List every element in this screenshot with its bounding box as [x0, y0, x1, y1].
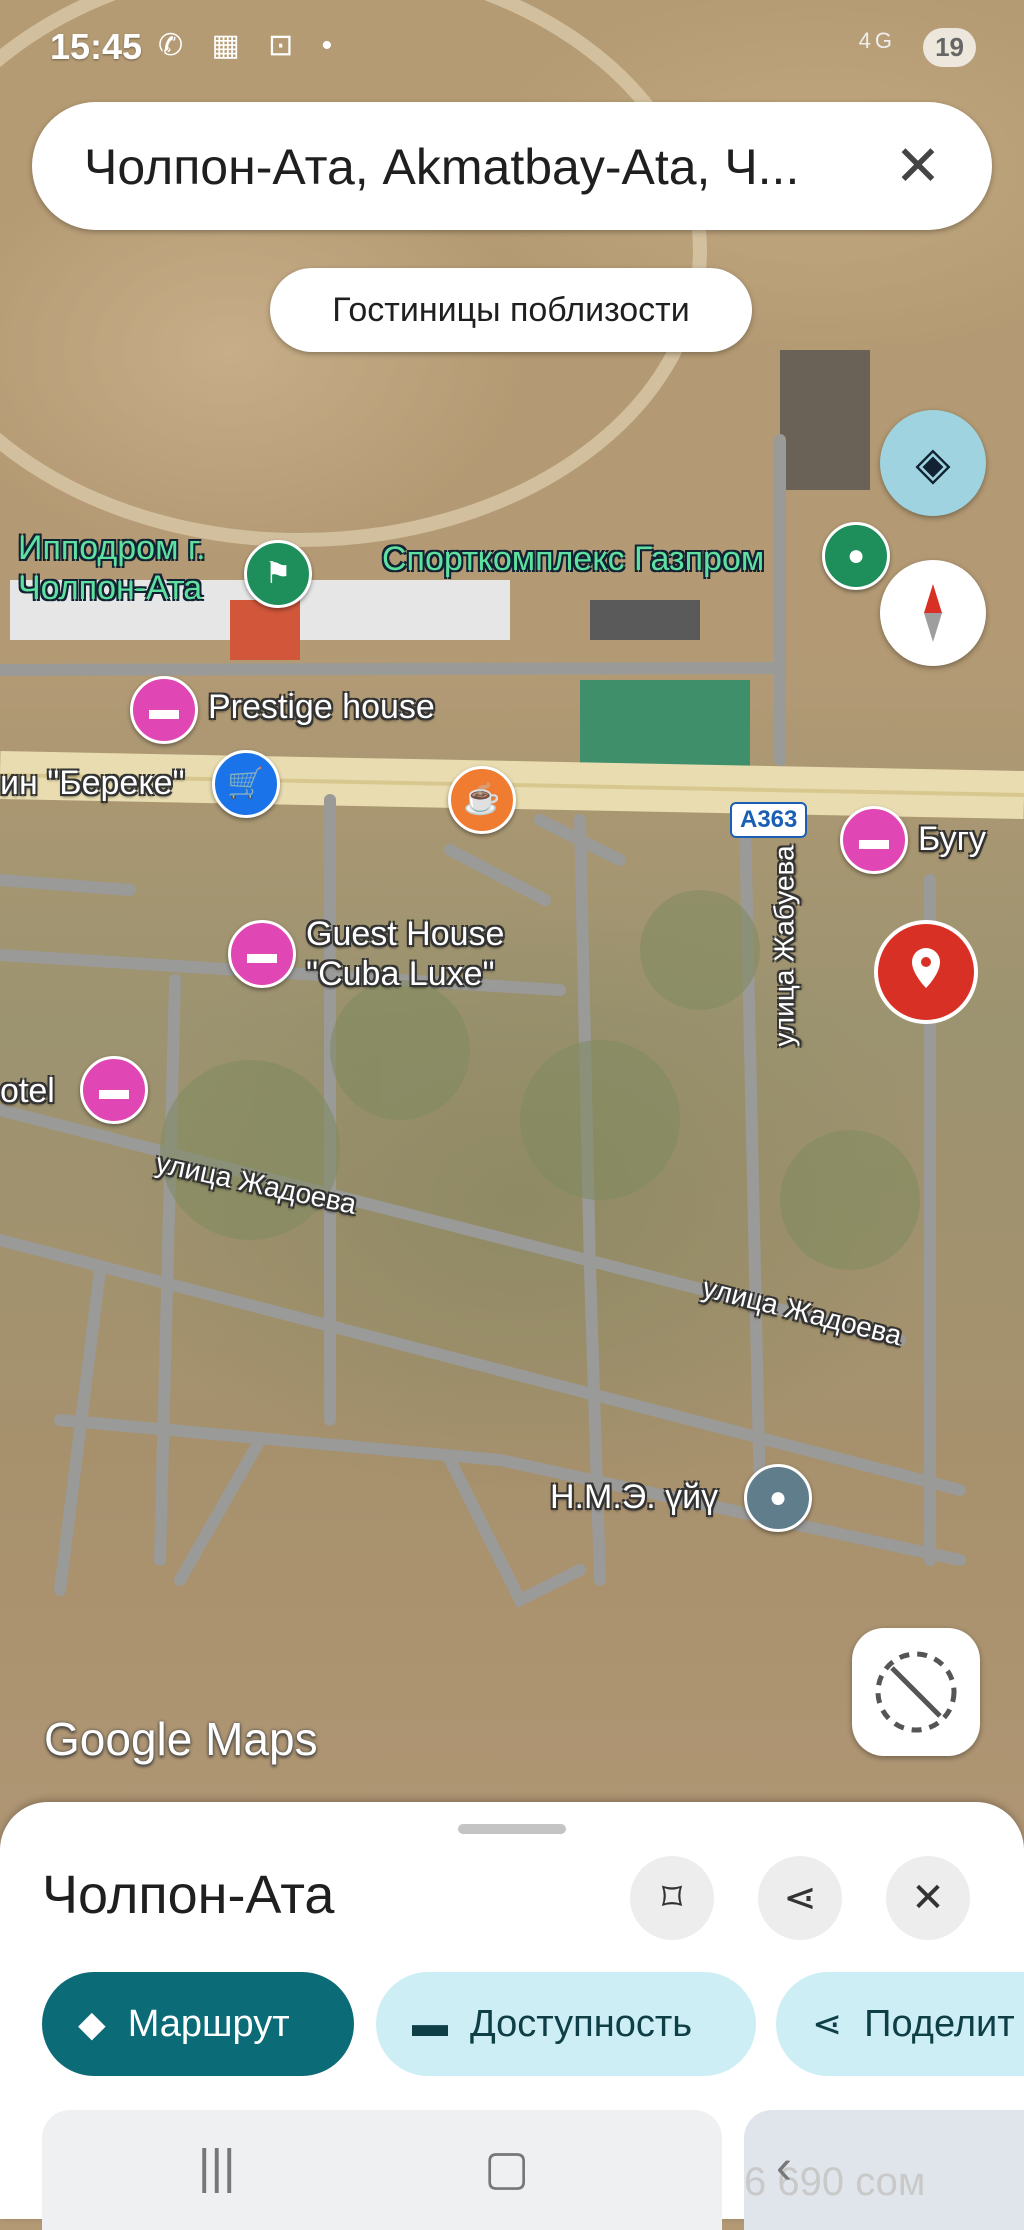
hotel-pin-icon[interactable]: ▬ — [130, 676, 198, 744]
hotel-pin-icon[interactable]: ▬ — [840, 806, 908, 874]
share-button[interactable]: ⋖ Поделит — [776, 1972, 1024, 2076]
status-icons: ✆ ▦ ⊡ • — [158, 29, 343, 62]
layers-icon[interactable]: ◈ — [880, 410, 986, 516]
bereke-label[interactable]: ин "Береке" — [0, 764, 185, 803]
share-icon[interactable]: ⋖ — [758, 1856, 842, 1940]
nearby-hotels-chip[interactable]: Гостиницы поблизости — [270, 268, 752, 352]
route-label: Маршрут — [127, 2003, 290, 2045]
cafe-pin-icon[interactable]: ☕ — [448, 766, 516, 834]
search-input[interactable]: Чолпон-Ата, Akmatbay-Ata, Ч... — [84, 138, 884, 196]
bugu-label[interactable]: Бугу — [918, 820, 986, 859]
compass-icon[interactable] — [880, 560, 986, 666]
prestige-label[interactable]: Prestige house — [208, 688, 435, 727]
poi-pin-icon[interactable]: ● — [744, 1464, 812, 1532]
battery-indicator: 19 — [923, 28, 976, 67]
network-indicator: 4G — [858, 28, 896, 53]
clear-icon[interactable]: ✕ — [878, 126, 958, 206]
hotel-pin-icon[interactable]: ▬ — [80, 1056, 148, 1124]
back-icon[interactable]: ‹ — [776, 2140, 792, 2195]
hotel-pin-icon[interactable]: ▬ — [228, 920, 296, 988]
sport-label[interactable]: Спорткомплекс Газпром — [382, 540, 764, 579]
location-pin-icon[interactable] — [872, 918, 1002, 1048]
availability-label: Доступность — [470, 2003, 693, 2045]
google-maps-watermark: Google Maps — [44, 1713, 318, 1765]
hippodrome-label[interactable]: Ипподром г. Чолпон-Ата — [18, 528, 206, 608]
recents-icon[interactable]: ||| — [198, 2140, 235, 2195]
my-location-icon[interactable] — [852, 1628, 980, 1756]
bed-icon: ▬ — [412, 2003, 448, 2044]
availability-button[interactable]: ▬ Доступность — [376, 1972, 756, 2076]
guesthouse-label[interactable]: Guest House "Cuba Luxe" — [306, 914, 504, 994]
place-title: Чолпон-Ата — [42, 1865, 335, 1925]
road-shield: A363 — [730, 802, 808, 838]
otel-label[interactable]: otel — [0, 1072, 55, 1111]
close-icon[interactable]: ✕ — [886, 1856, 970, 1940]
poi-pin-icon[interactable]: ⚑ — [244, 540, 312, 608]
bookmark-icon[interactable]: ⌑ — [630, 1856, 714, 1940]
drag-handle[interactable] — [458, 1824, 566, 1834]
system-nav-bar: ||| ▢ ‹ — [0, 2120, 1024, 2219]
status-time: 15:45 — [50, 26, 143, 67]
directions-icon: ◆ — [78, 2003, 106, 2044]
status-bar: 15:45 ✆ ▦ ⊡ • 4G 19 — [0, 0, 1024, 96]
share-label: Поделит — [864, 2003, 1015, 2045]
home-icon[interactable]: ▢ — [484, 2140, 529, 2196]
shop-pin-icon[interactable]: 🛒 — [212, 750, 280, 818]
street-label: улица Жабуева — [768, 845, 800, 1047]
action-row: ◆ Маршрут ▬ Доступность ⋖ Поделит — [0, 1968, 1024, 2076]
share-icon: ⋖ — [812, 2003, 843, 2044]
route-button[interactable]: ◆ Маршрут — [42, 1972, 354, 2076]
nme-label[interactable]: Н.М.Э. үйү — [550, 1478, 718, 1517]
search-bar[interactable]: Чолпон-Ата, Akmatbay-Ata, Ч... ✕ — [32, 102, 992, 230]
